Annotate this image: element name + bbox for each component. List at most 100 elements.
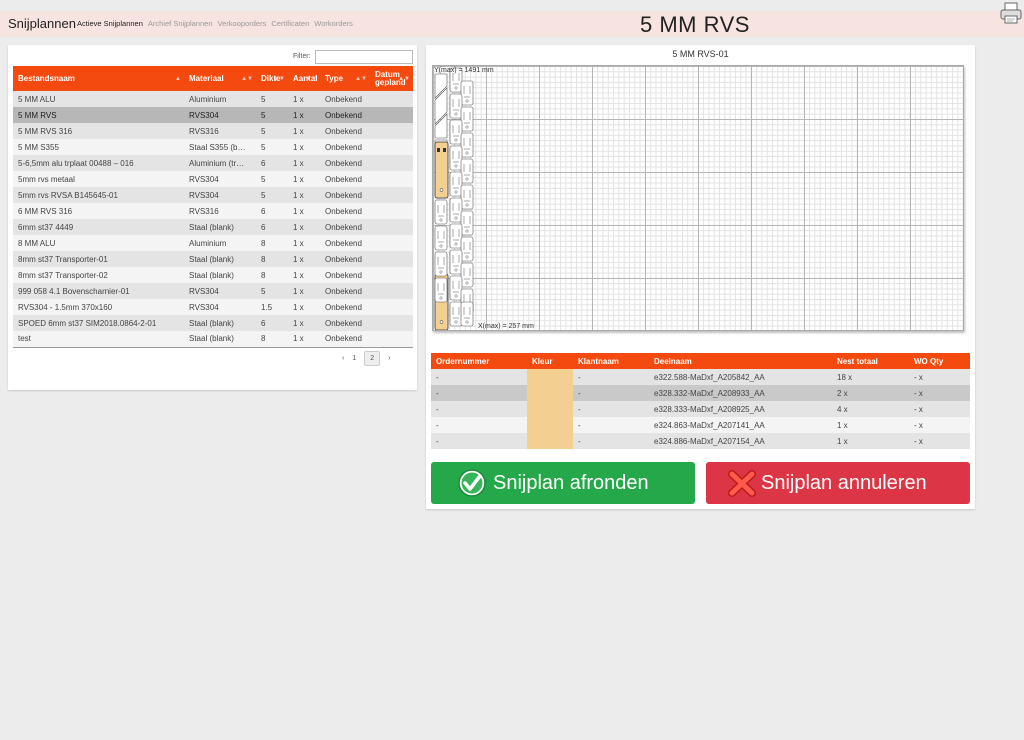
nested-part (449, 223, 463, 249)
pager-page-2[interactable]: 2 (364, 351, 381, 366)
cell-deelnaam: e328.333-MaDxf_A208925_AA (649, 401, 832, 417)
cell-materiaal: Aluminium (tr… (184, 155, 256, 171)
nav-verkooporders[interactable]: Verkooporders (218, 19, 267, 28)
file-row[interactable]: 5 MM RVS 316 RVS316 5 1 x Onbekend (13, 123, 413, 139)
cell-bestandsnaam: 5 MM RVS 316 (13, 123, 184, 139)
cell-bestandsnaam: SPOED 6mm st37 SIM2018.0864-2-01 (13, 315, 184, 331)
file-row[interactable]: 6mm st37 4449 Staal (blank) 6 1 x Onbekend (13, 219, 413, 235)
cell-bestandsnaam: 5mm rvs metaal (13, 171, 184, 187)
file-row[interactable]: 5 MM RVS RVS304 5 1 x Onbekend (13, 107, 413, 123)
order-row[interactable]: - - e328.332-MaDxf_A208933_AA 2 x- x (431, 385, 970, 401)
col-aantal[interactable]: Aantal ▲▼ (288, 66, 320, 91)
printer-icon[interactable] (999, 1, 1023, 25)
cancel-plan-button[interactable]: Snijplan annuleren (706, 462, 970, 504)
nav-certificaten[interactable]: Certificaten (271, 19, 309, 28)
col-ordernummer: Ordernummer (431, 353, 527, 369)
order-row[interactable]: - - e322.588-MaDxf_A205842_AA 18 x- x (431, 369, 970, 385)
col-nest-totaal: Nest totaal (832, 353, 909, 369)
cancel-plan-label: Snijplan annuleren (761, 471, 927, 494)
cell-bestandsnaam: 5 MM S355 (13, 139, 184, 155)
main-nav: Actieve Snijplannen Archief Snijplannen … (77, 19, 358, 28)
cell-kleur (527, 369, 573, 385)
cell-aantal: 1 x (288, 235, 320, 251)
file-row[interactable]: 5-6,5mm alu trplaat 00488 – 016 Aluminium… (13, 155, 413, 171)
nested-part (460, 262, 474, 288)
col-bestandsnaam[interactable]: Bestandsnaam ▲ (13, 66, 184, 91)
col-type[interactable]: Type ▲▼ (320, 66, 370, 91)
file-row[interactable]: 5mm rvs RVSA B145645-01 RVS304 5 1 x Onbeken… (13, 187, 413, 203)
app-brand[interactable]: Snijplannen (8, 16, 76, 31)
cell-aantal: 1 x (288, 251, 320, 267)
order-row[interactable]: - - e324.886-MaDxf_A207154_AA 1 x- x (431, 433, 970, 449)
file-row[interactable]: 5 MM S355 Staal S355 (b… 5 1 x Onbekend (13, 139, 413, 155)
nested-part (449, 119, 463, 145)
file-row[interactable]: 999 058 4.1 Bovenscharnier-01 RVS304 5 1 xO… (13, 283, 413, 299)
cell-datum-gepland (370, 155, 413, 171)
cell-datum-gepland (370, 139, 413, 155)
cell-aantal: 1 x (288, 123, 320, 139)
cell-type: Onbekend (320, 203, 370, 219)
cell-dikte: 8 (256, 267, 288, 283)
nested-part (460, 236, 474, 262)
nav-actieve-snijplannen[interactable]: Actieve Snijplannen (77, 19, 143, 28)
cell-type: Onbekend (320, 315, 370, 331)
cell-nest-totaal: 18 x (832, 369, 909, 385)
nested-part (434, 199, 448, 225)
cell-dikte: 8 (256, 331, 288, 348)
cell-bestandsnaam: 5mm rvs RVSA B145645-01 (13, 187, 184, 203)
cell-aantal: 1 x (288, 267, 320, 283)
cell-bestandsnaam: 999 058 4.1 Bovenscharnier-01 (13, 283, 184, 299)
cell-aantal: 1 x (288, 187, 320, 203)
col-datum-gepland[interactable]: Datum gepland ▲▼ (370, 66, 413, 91)
cell-type: Onbekend (320, 171, 370, 187)
xmax-label: X(max) = 257 mm (478, 323, 534, 330)
cell-bestandsnaam: 5 MM ALU (13, 91, 184, 107)
cell-deelnaam: e322.588-MaDxf_A205842_AA (649, 369, 832, 385)
col-deelnaam: Deelnaam (649, 353, 832, 369)
filter-input[interactable] (315, 50, 413, 64)
cell-type: Onbekend (320, 91, 370, 107)
cell-type: Onbekend (320, 187, 370, 203)
cell-aantal: 1 x (288, 283, 320, 299)
cell-datum-gepland (370, 267, 413, 283)
file-row[interactable]: 8mm st37 Transporter-02 Staal (blank) 8 1 x… (13, 267, 413, 283)
cell-kleur (527, 401, 573, 417)
file-row[interactable]: 8mm st37 Transporter-01 Staal (blank) 8 1 x… (13, 251, 413, 267)
col-materiaal[interactable]: Materiaal ▲▼ (184, 66, 256, 91)
order-row[interactable]: - - e324.863-MaDxf_A207141_AA 1 x- x (431, 417, 970, 433)
nesting-sheet[interactable]: Y(max) = 1491 mm X(max) = 257 mm (432, 65, 964, 331)
order-row[interactable]: - - e328.333-MaDxf_A208925_AA 4 x- x (431, 401, 970, 417)
cell-wo-qty: - x (909, 369, 970, 385)
file-row[interactable]: 8 MM ALU Aluminium 8 1 x Onbekend (13, 235, 413, 251)
cell-wo-qty: - x (909, 433, 970, 449)
cell-bestandsnaam: 5-6,5mm alu trplaat 00488 – 016 (13, 155, 184, 171)
file-row[interactable]: 5mm rvs metaal RVS304 5 1 x Onbekend (13, 171, 413, 187)
file-row[interactable]: SPOED 6mm st37 SIM2018.0864-2-01 Staal (b… (13, 315, 413, 331)
nav-workorders[interactable]: Workorders (314, 19, 353, 28)
file-row[interactable]: 5 MM ALU Aluminium 5 1 x Onbekend (13, 91, 413, 107)
cell-bestandsnaam: 6mm st37 4449 (13, 219, 184, 235)
cell-dikte: 5 (256, 187, 288, 203)
nested-parts (434, 67, 474, 330)
cell-dikte: 6 (256, 203, 288, 219)
cell-wo-qty: - x (909, 417, 970, 433)
plan-panel: 5 MM RVS-01 Y(max) = 1491 mm X(max) = 25… (426, 45, 975, 509)
cell-wo-qty: - x (909, 385, 970, 401)
cell-deelnaam: e324.863-MaDxf_A207141_AA (649, 417, 832, 433)
nested-part (449, 93, 463, 119)
file-row[interactable]: RVS304 - 1.5mm 370x160 RVS304 1.5 1 x Onbeke… (13, 299, 413, 315)
cell-kleur (527, 385, 573, 401)
col-dikte[interactable]: Dikte ▲▼ (256, 66, 288, 91)
file-row[interactable]: test Staal (blank) 8 1 x Onbekend (13, 331, 413, 348)
nested-part (460, 301, 474, 327)
pager-prev[interactable]: ‹ (342, 355, 344, 362)
file-row[interactable]: 6 MM RVS 316 RVS316 6 1 x Onbekend (13, 203, 413, 219)
cell-wo-qty: - x (909, 401, 970, 417)
pager-page-1[interactable]: 1 (352, 355, 356, 362)
cell-bestandsnaam: test (13, 331, 184, 348)
finish-plan-button[interactable]: Snijplan afronden (431, 462, 695, 504)
pager-next[interactable]: › (388, 355, 390, 362)
cell-materiaal: RVS304 (184, 171, 256, 187)
nav-archief-snijplannen[interactable]: Archief Snijplannen (148, 19, 213, 28)
cell-ordernummer: - (431, 433, 527, 449)
